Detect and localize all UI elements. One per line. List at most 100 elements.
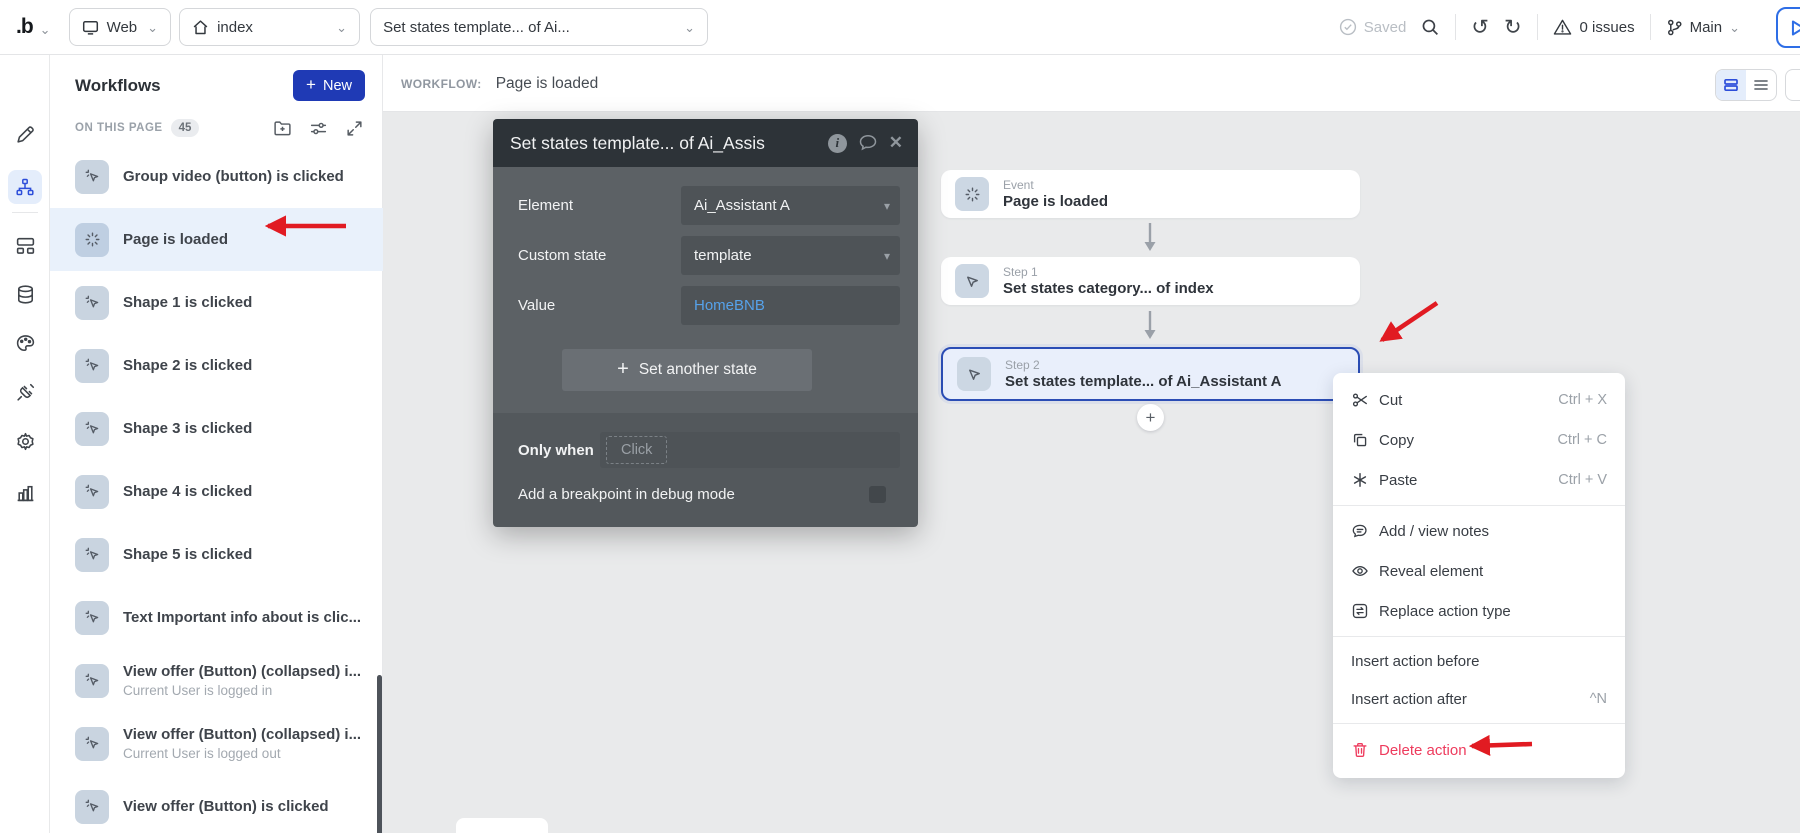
workflow-item[interactable]: Shape 3 is clicked	[50, 397, 383, 460]
workflow-item-selected[interactable]: Page is loaded	[50, 208, 383, 271]
custom-state-dropdown[interactable]: template ▾	[681, 236, 900, 275]
caret-down-icon: ▾	[884, 199, 890, 213]
rail-divider	[12, 212, 38, 213]
close-icon[interactable]: ✕	[889, 133, 903, 153]
event-card[interactable]: Event Page is loaded	[941, 170, 1360, 218]
styles-palette-icon[interactable]	[0, 333, 50, 354]
workflow-item[interactable]: Shape 5 is clicked	[50, 523, 383, 586]
notes-bubble-icon	[1351, 522, 1379, 540]
menu-item-replace[interactable]: Replace action type	[1333, 591, 1625, 631]
workflow-item[interactable]: Shape 1 is clicked	[50, 271, 383, 334]
menu-item-cut[interactable]: Cut Ctrl + X	[1333, 380, 1625, 420]
expand-icon[interactable]	[345, 119, 364, 138]
card-view-button[interactable]	[1716, 70, 1746, 100]
workflow-selector-dropdown[interactable]: Set states template... of Ai... ⌄	[370, 8, 708, 46]
logs-chart-icon[interactable]	[0, 482, 50, 503]
menu-item-label: Insert action after	[1351, 691, 1467, 708]
workflow-item[interactable]: Group video (button) is clicked	[50, 145, 383, 208]
issues-indicator[interactable]: 0 issues	[1553, 18, 1635, 36]
trash-icon	[1351, 741, 1379, 759]
design-pencil-icon[interactable]	[0, 124, 50, 145]
save-status-label: Saved	[1364, 19, 1407, 36]
new-workflow-button[interactable]: + New	[293, 70, 365, 101]
left-icon-rail: ?	[0, 55, 50, 833]
redo-button[interactable]: ↻	[1504, 17, 1522, 38]
notes-toggle-partial[interactable]	[1785, 69, 1800, 101]
workflow-item[interactable]: View offer (Button) (collapsed) i... Cur…	[50, 712, 383, 775]
breakpoint-checkbox[interactable]	[869, 486, 886, 503]
bubble-logo[interactable]: .b	[16, 15, 33, 39]
platform-label: Web	[107, 19, 138, 36]
workflow-item[interactable]: Shape 2 is clicked	[50, 334, 383, 397]
platform-dropdown[interactable]: Web ⌄	[69, 8, 171, 46]
top-toolbar: .b ⌄ Web ⌄ index ⌄ Set states template..…	[0, 0, 1800, 55]
new-workflow-label: New	[323, 78, 352, 94]
new-folder-icon[interactable]	[273, 119, 292, 138]
section-label: ON THIS PAGE	[75, 122, 163, 134]
page-dropdown[interactable]: index ⌄	[179, 8, 360, 46]
plugins-plug-icon[interactable]	[0, 382, 50, 403]
menu-item-insert-before[interactable]: Insert action before	[1333, 642, 1625, 680]
save-status: Saved	[1339, 18, 1407, 36]
panel-title: Workflows	[75, 76, 161, 96]
logo-chevron-down-icon[interactable]: ⌄	[40, 23, 51, 36]
workflow-item[interactable]: Text Important info about is clic...	[50, 586, 383, 649]
flow-down-arrow-icon	[1142, 221, 1158, 253]
workflow-item[interactable]: View offer (Button) is clicked	[50, 775, 383, 833]
custom-state-dropdown-value: template	[694, 247, 752, 264]
element-dropdown[interactable]: Ai_Assistant A ▾	[681, 186, 900, 225]
menu-item-paste[interactable]: Paste Ctrl + V	[1333, 460, 1625, 500]
workflow-item[interactable]: View offer (Button) (collapsed) i... Cur…	[50, 649, 383, 712]
database-icon[interactable]	[0, 284, 50, 305]
step2-card-selected[interactable]: Step 2 Set states template... of Ai_Assi…	[941, 347, 1360, 401]
click-event-icon	[75, 349, 109, 383]
menu-item-copy[interactable]: Copy Ctrl + C	[1333, 420, 1625, 460]
search-icon[interactable]	[1421, 18, 1440, 37]
branch-selector[interactable]: Main ⌄	[1666, 19, 1740, 36]
only-when-placeholder[interactable]: Click	[606, 436, 667, 464]
workflow-item[interactable]: Shape 4 is clicked	[50, 460, 383, 523]
add-action-button[interactable]: +	[1137, 404, 1164, 431]
divider	[1537, 14, 1538, 40]
preview-play-button[interactable]	[1776, 7, 1800, 48]
copy-icon	[1351, 431, 1379, 449]
value-input[interactable]: HomeBNB	[681, 286, 900, 325]
workflow-breadcrumb-title: Page is loaded	[496, 75, 599, 93]
reusable-elements-icon[interactable]	[0, 235, 50, 256]
menu-item-label: Add / view notes	[1379, 523, 1489, 540]
menu-shortcut: Ctrl + C	[1557, 432, 1607, 448]
panel-scrollbar-thumb[interactable]	[377, 675, 382, 833]
menu-item-reveal[interactable]: Reveal element	[1333, 551, 1625, 591]
scissors-icon	[1351, 391, 1379, 409]
card-kind-label: Step 2	[1005, 358, 1281, 372]
card-title: Set states template... of Ai_Assistant A	[1005, 373, 1281, 390]
settings-gear-icon[interactable]	[0, 431, 50, 452]
dialog-header[interactable]: Set states template... of Ai_Assis i ✕	[493, 119, 918, 167]
divider	[1650, 14, 1651, 40]
dialog-title: Set states template... of Ai_Assis	[510, 133, 765, 154]
workflow-list: Group video (button) is clicked Page is …	[50, 145, 383, 833]
list-view-button[interactable]	[1746, 70, 1776, 100]
set-another-state-button[interactable]: + Set another state	[562, 349, 812, 391]
dialog-body: Element Ai_Assistant A ▾ Custom state te…	[493, 167, 918, 413]
comment-bubble-icon[interactable]	[858, 134, 878, 152]
step1-card[interactable]: Step 1 Set states category... of index	[941, 257, 1360, 305]
value-field-label: Value	[518, 297, 681, 314]
divider	[1455, 14, 1456, 40]
only-when-input[interactable]: Click	[600, 432, 900, 468]
menu-item-insert-after[interactable]: Insert action after ^N	[1333, 680, 1625, 718]
canvas-bottom-widget-partial[interactable]	[456, 818, 548, 833]
menu-item-delete[interactable]: Delete action	[1333, 729, 1625, 771]
play-icon	[1790, 19, 1800, 37]
menu-item-notes[interactable]: Add / view notes	[1333, 511, 1625, 551]
page-loaded-event-icon	[955, 177, 989, 211]
filter-sliders-icon[interactable]	[309, 119, 328, 138]
element-field-label: Element	[518, 197, 681, 214]
workflow-item-label: Page is loaded	[123, 231, 228, 248]
workflow-item-label: View offer (Button) (collapsed) i...	[123, 663, 361, 680]
workflow-tab-active[interactable]	[8, 170, 42, 204]
info-icon[interactable]: i	[828, 134, 847, 153]
section-row: ON THIS PAGE 45	[75, 115, 364, 141]
page-label: index	[217, 19, 253, 36]
undo-button[interactable]: ↺	[1471, 17, 1489, 38]
